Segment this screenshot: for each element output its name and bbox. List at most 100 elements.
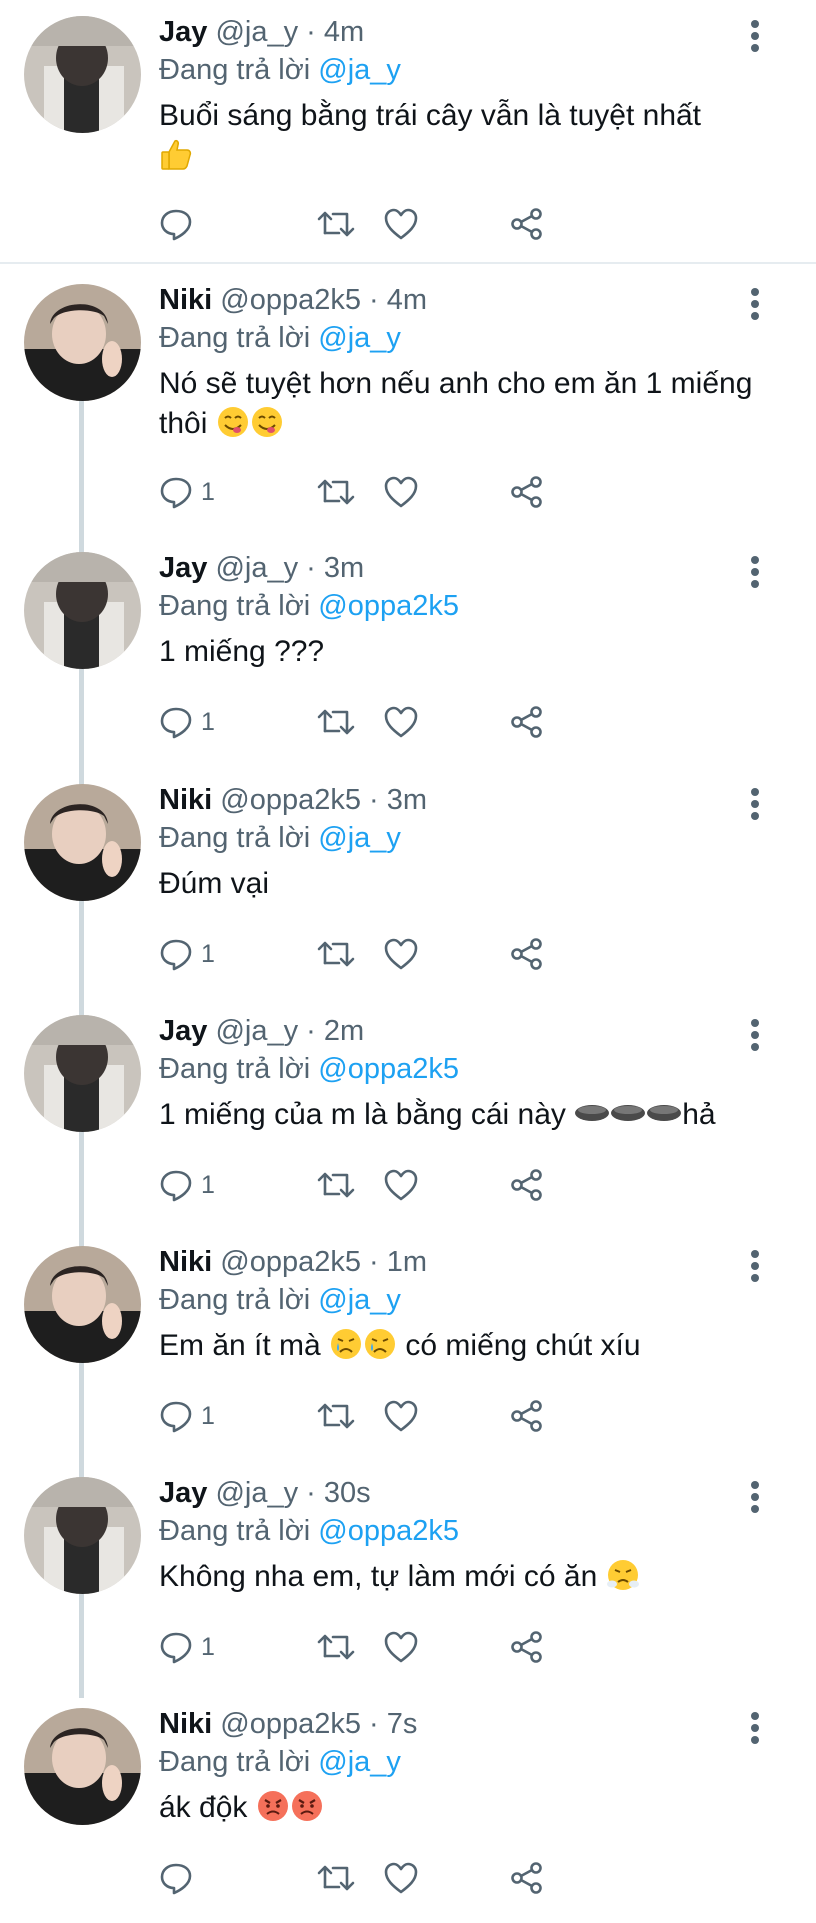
avatar[interactable] bbox=[24, 284, 141, 401]
user-handle[interactable]: @oppa2k5 bbox=[220, 1708, 361, 1740]
share-button[interactable] bbox=[509, 204, 545, 244]
more-vertical-icon[interactable] bbox=[740, 1015, 770, 1055]
mention-link[interactable]: @oppa2k5 bbox=[318, 1515, 459, 1547]
user-handle[interactable]: @ja_y bbox=[215, 1015, 298, 1047]
reply-context: Đang trả lời @ja_y bbox=[159, 320, 401, 356]
avatar[interactable] bbox=[24, 1477, 141, 1594]
reply-button[interactable]: 1 bbox=[159, 1165, 215, 1205]
user-handle[interactable]: @ja_y bbox=[215, 16, 298, 48]
share-button[interactable] bbox=[509, 472, 545, 512]
timestamp[interactable]: 30s bbox=[324, 1477, 371, 1509]
user-name[interactable]: Jay bbox=[159, 1477, 207, 1509]
timestamp[interactable]: 3m bbox=[324, 552, 364, 584]
share-button[interactable] bbox=[509, 1627, 545, 1667]
like-button[interactable] bbox=[383, 702, 419, 742]
mention-link[interactable]: @oppa2k5 bbox=[318, 1053, 459, 1085]
reply-icon bbox=[160, 707, 192, 739]
like-button[interactable] bbox=[383, 1396, 419, 1436]
timestamp[interactable]: 4m bbox=[324, 16, 364, 48]
like-icon bbox=[384, 1169, 418, 1201]
timestamp[interactable]: 7s bbox=[387, 1708, 418, 1740]
like-button[interactable] bbox=[383, 934, 419, 974]
tweet[interactable]: Niki @oppa2k5 · 7s Đang trả lời @ja_y ák… bbox=[0, 1692, 816, 1923]
tweet[interactable]: Niki @oppa2k5 · 1m Đang trả lời @ja_y Em… bbox=[0, 1230, 816, 1461]
more-vertical-icon[interactable] bbox=[740, 1477, 770, 1517]
user-name[interactable]: Jay bbox=[159, 16, 207, 48]
tweet-actions: 1 bbox=[159, 702, 679, 742]
mention-link[interactable]: @ja_y bbox=[318, 322, 401, 354]
like-button[interactable] bbox=[383, 1627, 419, 1667]
more-vertical-icon[interactable] bbox=[740, 552, 770, 592]
more-vertical-icon[interactable] bbox=[740, 784, 770, 824]
avatar[interactable] bbox=[24, 552, 141, 669]
share-button[interactable] bbox=[509, 1396, 545, 1436]
tweet[interactable]: Jay @ja_y · 2m Đang trả lời @oppa2k5 1 m… bbox=[0, 999, 816, 1230]
reply-button[interactable]: 1 bbox=[159, 472, 215, 512]
tweet[interactable]: Jay @ja_y · 30s Đang trả lời @oppa2k5 Kh… bbox=[0, 1461, 816, 1692]
like-button[interactable] bbox=[383, 1858, 419, 1898]
avatar[interactable] bbox=[24, 784, 141, 901]
reply-context: Đang trả lời @ja_y bbox=[159, 1282, 401, 1318]
reply-button[interactable]: 1 bbox=[159, 934, 215, 974]
reply-count: 1 bbox=[201, 1401, 215, 1430]
user-name[interactable]: Niki bbox=[159, 284, 212, 316]
user-handle[interactable]: @oppa2k5 bbox=[220, 784, 361, 816]
more-vertical-icon[interactable] bbox=[740, 284, 770, 324]
like-button[interactable] bbox=[383, 204, 419, 244]
share-button[interactable] bbox=[509, 702, 545, 742]
more-vertical-icon[interactable] bbox=[740, 1246, 770, 1286]
reply-button[interactable]: 1 bbox=[159, 1396, 215, 1436]
mention-link[interactable]: @oppa2k5 bbox=[318, 590, 459, 622]
tweet[interactable]: Jay @ja_y · 4m Đang trả lời @ja_y Buổi s… bbox=[0, 0, 816, 264]
retweet-button[interactable] bbox=[316, 472, 356, 512]
like-button[interactable] bbox=[383, 472, 419, 512]
mention-link[interactable]: @ja_y bbox=[318, 822, 401, 854]
reply-button[interactable]: 1 bbox=[159, 702, 215, 742]
share-button[interactable] bbox=[509, 1165, 545, 1205]
avatar[interactable] bbox=[24, 16, 141, 133]
timestamp[interactable]: 4m bbox=[387, 284, 427, 316]
retweet-button[interactable] bbox=[316, 1858, 356, 1898]
retweet-button[interactable] bbox=[316, 1396, 356, 1436]
mention-link[interactable]: @ja_y bbox=[318, 1284, 401, 1316]
avatar[interactable] bbox=[24, 1246, 141, 1363]
user-name[interactable]: Niki bbox=[159, 1246, 212, 1278]
timestamp[interactable]: 2m bbox=[324, 1015, 364, 1047]
more-vertical-icon[interactable] bbox=[740, 1708, 770, 1748]
yum-emoji bbox=[250, 405, 284, 439]
mention-link[interactable]: @ja_y bbox=[318, 54, 401, 86]
retweet-button[interactable] bbox=[316, 934, 356, 974]
tweet-text: Buổi sáng bằng trái cây vẫn là tuyệt nhấ… bbox=[159, 96, 759, 176]
tweet[interactable]: Niki @oppa2k5 · 3m Đang trả lời @ja_y Đú… bbox=[0, 768, 816, 999]
retweet-button[interactable] bbox=[316, 702, 356, 742]
user-name[interactable]: Jay bbox=[159, 1015, 207, 1047]
user-name[interactable]: Niki bbox=[159, 784, 212, 816]
user-handle[interactable]: @oppa2k5 bbox=[220, 1246, 361, 1278]
avatar[interactable] bbox=[24, 1015, 141, 1132]
reply-button[interactable] bbox=[159, 204, 201, 244]
mention-link[interactable]: @ja_y bbox=[318, 1746, 401, 1778]
retweet-button[interactable] bbox=[316, 1627, 356, 1667]
share-button[interactable] bbox=[509, 934, 545, 974]
retweet-icon bbox=[317, 211, 355, 237]
user-handle[interactable]: @ja_y bbox=[215, 1477, 298, 1509]
user-name[interactable]: Niki bbox=[159, 1708, 212, 1740]
retweet-icon bbox=[317, 709, 355, 735]
tweet[interactable]: Niki @oppa2k5 · 4m Đang trả lời @ja_y Nó… bbox=[0, 268, 816, 509]
retweet-button[interactable] bbox=[316, 204, 356, 244]
timestamp[interactable]: 1m bbox=[387, 1246, 427, 1278]
tweet-actions bbox=[159, 1858, 679, 1898]
reply-button[interactable]: 1 bbox=[159, 1627, 215, 1667]
tweet[interactable]: Jay @ja_y · 3m Đang trả lời @oppa2k5 1 m… bbox=[0, 536, 816, 767]
retweet-button[interactable] bbox=[316, 1165, 356, 1205]
avatar[interactable] bbox=[24, 1708, 141, 1825]
user-handle[interactable]: @oppa2k5 bbox=[220, 284, 361, 316]
share-button[interactable] bbox=[509, 1858, 545, 1898]
user-name[interactable]: Jay bbox=[159, 552, 207, 584]
timestamp[interactable]: 3m bbox=[387, 784, 427, 816]
share-icon bbox=[511, 1400, 542, 1432]
reply-button[interactable] bbox=[159, 1858, 201, 1898]
more-vertical-icon[interactable] bbox=[740, 16, 770, 56]
user-handle[interactable]: @ja_y bbox=[215, 552, 298, 584]
like-button[interactable] bbox=[383, 1165, 419, 1205]
